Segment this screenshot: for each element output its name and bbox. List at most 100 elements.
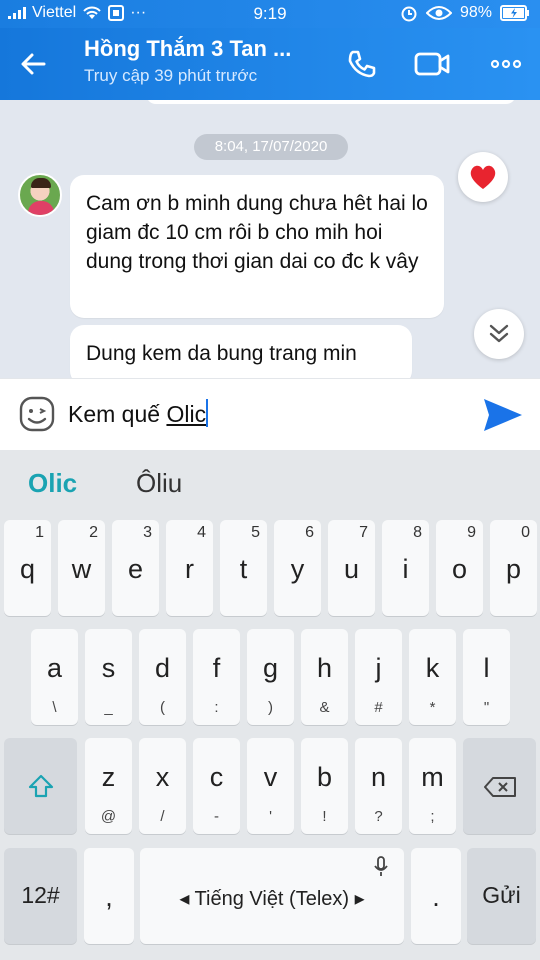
key-secondary-symbol: ; bbox=[430, 808, 435, 825]
shift-key[interactable] bbox=[4, 738, 77, 834]
key-letter: y bbox=[290, 554, 305, 584]
key-h[interactable]: h & bbox=[301, 629, 348, 725]
key-l[interactable]: l " bbox=[463, 629, 510, 725]
suggestion-item[interactable]: Ôliu bbox=[136, 468, 182, 499]
key-letter: g bbox=[262, 653, 279, 683]
key-c[interactable]: c- bbox=[193, 738, 240, 834]
last-seen-status: Truy cập 39 phút trước bbox=[84, 66, 258, 85]
space-key[interactable]: ◂ Tiếng Việt (Telex) ▸ bbox=[140, 848, 404, 944]
key-o[interactable]: o9 bbox=[436, 520, 483, 616]
comma-key[interactable]: , bbox=[84, 848, 134, 944]
key-m[interactable]: m; bbox=[409, 738, 456, 834]
key-letter: z bbox=[101, 762, 116, 792]
key-letter: p bbox=[505, 554, 522, 584]
key-secondary-symbol: 4 bbox=[197, 524, 206, 541]
back-arrow-icon[interactable] bbox=[14, 44, 54, 84]
backspace-key[interactable] bbox=[463, 738, 536, 834]
key-v[interactable]: v ' bbox=[247, 738, 294, 834]
key-j[interactable]: j # bbox=[355, 629, 402, 725]
key-a[interactable]: a \ bbox=[31, 629, 78, 725]
key-letter: h bbox=[316, 653, 333, 683]
key-secondary-symbol: @ bbox=[100, 808, 117, 825]
period-key[interactable]: . bbox=[411, 848, 461, 944]
video-call-icon[interactable] bbox=[412, 44, 452, 84]
message-bubble[interactable]: Cam ơn b minh dung chưa hêt hai lo giam … bbox=[70, 175, 444, 318]
numbers-key-label: 12# bbox=[21, 882, 60, 908]
key-letter: i bbox=[402, 554, 409, 584]
numbers-key[interactable]: 12# bbox=[4, 848, 77, 944]
alarm-icon bbox=[401, 6, 417, 22]
key-letter: m bbox=[421, 762, 444, 792]
key-b[interactable]: b! bbox=[301, 738, 348, 834]
key-letter: x bbox=[155, 762, 170, 792]
on-screen-keyboard: Olic Ôliu q 1 w 2 e 3 r 4 t 5 y 6 u 7 i 8 o 9 p 0 a \ s _ d(f: g)… bbox=[0, 450, 540, 960]
key-secondary-symbol: 0 bbox=[521, 524, 530, 541]
backspace-icon bbox=[484, 777, 516, 797]
key-secondary-symbol: _ bbox=[104, 699, 113, 716]
contact-avatar[interactable] bbox=[18, 173, 62, 217]
suggestion-bar: Olic Ôliu bbox=[0, 450, 540, 514]
more-options-icon[interactable] bbox=[486, 44, 526, 84]
send-key[interactable]: Gửi bbox=[467, 848, 536, 944]
key-d[interactable]: d( bbox=[139, 629, 186, 725]
space-key-label: ◂ Tiếng Việt (Telex) ▸ bbox=[179, 888, 365, 910]
phone-icon[interactable] bbox=[342, 44, 382, 84]
send-icon[interactable] bbox=[480, 395, 524, 435]
key-secondary-symbol: ! bbox=[322, 808, 327, 825]
key-r[interactable]: r4 bbox=[166, 520, 213, 616]
microphone-icon bbox=[374, 856, 388, 876]
scroll-to-bottom-button[interactable] bbox=[474, 309, 524, 359]
key-p[interactable]: p0 bbox=[490, 520, 537, 616]
key-u[interactable]: u7 bbox=[328, 520, 375, 616]
input-language: Tiếng Việt (Telex) bbox=[194, 888, 350, 910]
key-secondary-symbol: 5 bbox=[251, 524, 260, 541]
key-secondary-symbol: * bbox=[429, 699, 436, 716]
key-secondary-symbol: ) bbox=[268, 699, 273, 716]
key-secondary-symbol: - bbox=[214, 808, 219, 825]
key-letter: b bbox=[316, 762, 333, 792]
message-input[interactable]: Kem quế Olic bbox=[68, 399, 209, 428]
key-secondary-symbol: : bbox=[214, 699, 219, 716]
status-bar: Viettel ··· 9:19 98% bbox=[0, 0, 540, 28]
key-e[interactable]: e3 bbox=[112, 520, 159, 616]
shift-arrow-icon bbox=[28, 774, 54, 798]
key-letter: n bbox=[370, 762, 387, 792]
send-key-label: Gửi bbox=[482, 882, 521, 908]
key-secondary-symbol: ? bbox=[374, 808, 383, 825]
key-t[interactable]: t5 bbox=[220, 520, 267, 616]
key-q[interactable]: q1 bbox=[4, 520, 51, 616]
key-x[interactable]: x / bbox=[139, 738, 186, 834]
key-secondary-symbol: ' bbox=[269, 808, 272, 825]
key-z[interactable]: z @ bbox=[85, 738, 132, 834]
key-letter: c bbox=[209, 762, 224, 792]
contact-name[interactable]: Hồng Thắm 3 Tan ... bbox=[84, 36, 291, 62]
message-bubble[interactable]: Dung kem da bung trang min bbox=[70, 325, 412, 378]
key-y[interactable]: y6 bbox=[274, 520, 321, 616]
key-letter: s bbox=[101, 653, 116, 683]
key-letter: v bbox=[263, 762, 278, 792]
key-k[interactable]: k * bbox=[409, 629, 456, 725]
key-secondary-symbol: " bbox=[483, 699, 490, 716]
key-secondary-symbol: 7 bbox=[359, 524, 368, 541]
key-f[interactable]: f: bbox=[193, 629, 240, 725]
key-letter: a bbox=[46, 653, 63, 683]
key-letter: d bbox=[154, 653, 171, 683]
key-letter: u bbox=[343, 554, 360, 584]
key-i[interactable]: i8 bbox=[382, 520, 429, 616]
key-secondary-symbol: & bbox=[319, 699, 330, 716]
key-letter: w bbox=[71, 554, 92, 584]
key-g[interactable]: g) bbox=[247, 629, 294, 725]
key-s[interactable]: s _ bbox=[85, 629, 132, 725]
key-letter: j bbox=[375, 653, 382, 683]
comma-key-label: , bbox=[105, 882, 113, 912]
key-n[interactable]: n? bbox=[355, 738, 402, 834]
message-list[interactable]: 8:04, 17/07/2020 Cam ơn b minh dung chưa… bbox=[0, 100, 540, 378]
key-secondary-symbol: 8 bbox=[413, 524, 422, 541]
sticker-emoji-icon[interactable] bbox=[18, 395, 56, 433]
reaction-button[interactable] bbox=[458, 152, 508, 202]
key-letter: t bbox=[239, 554, 248, 584]
key-w[interactable]: w2 bbox=[58, 520, 105, 616]
composing-text: Olic bbox=[166, 401, 207, 427]
double-chevron-down-icon bbox=[489, 324, 509, 343]
suggestion-item[interactable]: Olic bbox=[28, 468, 77, 499]
